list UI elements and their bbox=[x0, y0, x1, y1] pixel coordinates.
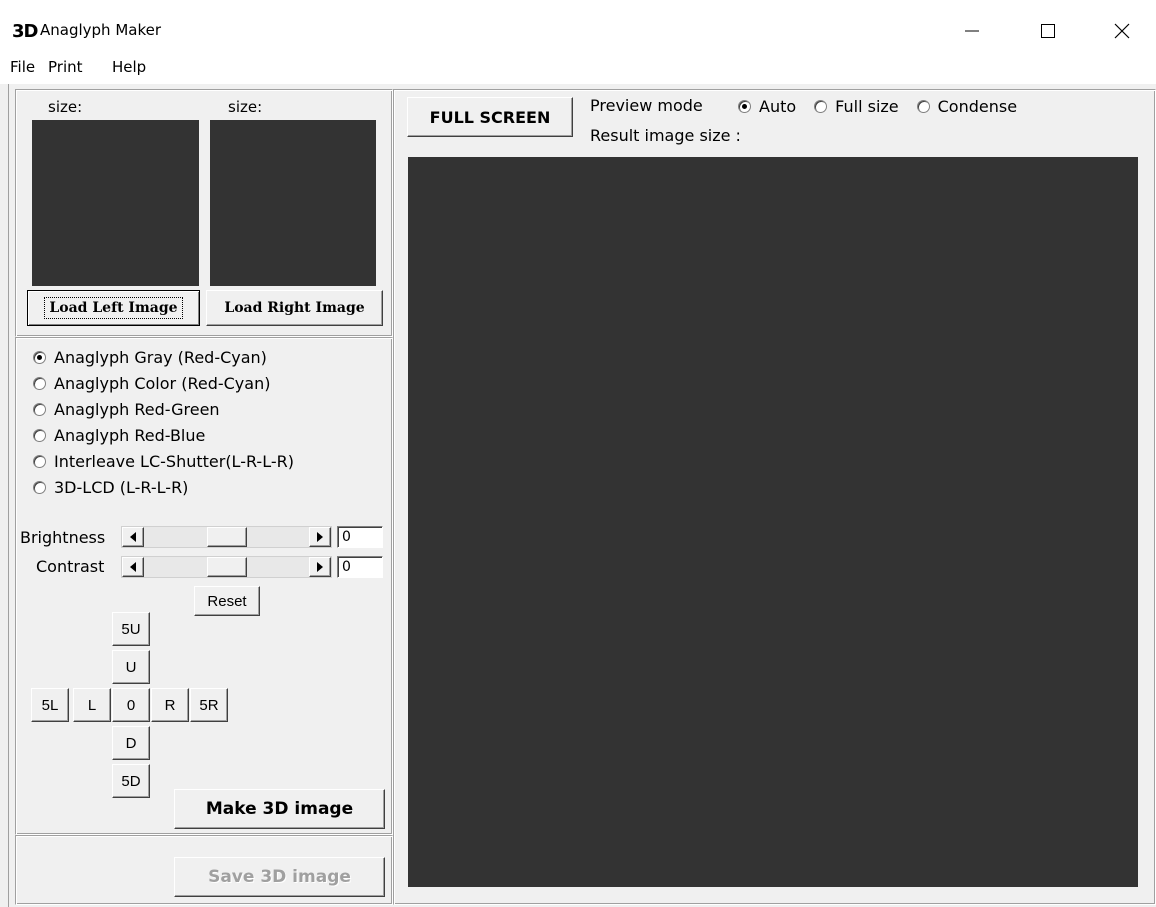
load-left-image-button[interactable]: Load Left Image bbox=[27, 290, 200, 326]
radio-button[interactable] bbox=[33, 376, 46, 390]
radio-button[interactable] bbox=[916, 99, 930, 113]
shift-right-button[interactable]: R bbox=[151, 688, 189, 722]
maximize-button[interactable] bbox=[1020, 10, 1076, 52]
arrow-left-icon bbox=[130, 532, 136, 542]
load-right-image-button[interactable]: Load Right Image bbox=[206, 290, 383, 326]
menu-print[interactable]: Print bbox=[48, 58, 83, 76]
mode-option-color[interactable]: Anaglyph Color (Red-Cyan) bbox=[33, 370, 294, 396]
radio-button[interactable] bbox=[33, 454, 46, 468]
left-image-preview bbox=[32, 120, 199, 286]
brightness-slider-thumb[interactable] bbox=[206, 527, 247, 547]
mode-option-interleave[interactable]: Interleave LC-Shutter(L-R-L-R) bbox=[33, 448, 294, 474]
minimize-icon bbox=[965, 30, 979, 32]
radio-button[interactable] bbox=[33, 428, 46, 442]
brightness-label: Brightness bbox=[20, 528, 106, 547]
shift-down-5-button[interactable]: 5D bbox=[112, 764, 150, 798]
preview-mode-label: Preview mode bbox=[590, 96, 703, 115]
mode-option-red-blue[interactable]: Anaglyph Red-Blue bbox=[33, 422, 294, 448]
shift-left-5-button[interactable]: 5L bbox=[31, 688, 69, 722]
load-left-image-label: Load Left Image bbox=[44, 297, 183, 319]
minimize-button[interactable] bbox=[944, 10, 1000, 52]
preview-option-full-size[interactable]: Full size bbox=[814, 94, 899, 118]
close-icon bbox=[1114, 23, 1130, 39]
window-title: Anaglyph Maker bbox=[40, 21, 162, 39]
app-3d-icon: 3D bbox=[12, 21, 38, 42]
make-3d-image-button[interactable]: Make 3D image bbox=[174, 789, 385, 829]
arrow-left-icon bbox=[130, 562, 136, 572]
radio-button[interactable] bbox=[33, 350, 46, 364]
brightness-decrease-button[interactable] bbox=[122, 527, 144, 547]
menu-file[interactable]: File bbox=[10, 58, 35, 76]
shift-left-button[interactable]: L bbox=[73, 688, 111, 722]
arrow-right-icon bbox=[317, 532, 323, 542]
contrast-label: Contrast bbox=[36, 557, 105, 576]
mode-option-gray[interactable]: Anaglyph Gray (Red-Cyan) bbox=[33, 344, 294, 370]
save-3d-image-button[interactable]: Save 3D image bbox=[174, 857, 385, 897]
window-border bbox=[8, 84, 9, 907]
shift-up-button[interactable]: U bbox=[112, 650, 150, 684]
maximize-icon bbox=[1041, 24, 1055, 38]
arrow-right-icon bbox=[317, 562, 323, 572]
brightness-slider[interactable] bbox=[121, 526, 332, 548]
radio-button[interactable] bbox=[814, 99, 828, 113]
brightness-increase-button[interactable] bbox=[309, 527, 331, 547]
result-image-size-label: Result image size : bbox=[590, 126, 741, 145]
menu-bar bbox=[0, 56, 1156, 84]
close-button[interactable] bbox=[1094, 10, 1150, 52]
radio-button[interactable] bbox=[33, 480, 46, 494]
menu-help[interactable]: Help bbox=[112, 58, 146, 76]
contrast-increase-button[interactable] bbox=[309, 557, 331, 577]
shift-reset-button[interactable]: 0 bbox=[112, 688, 150, 722]
mode-option-red-green[interactable]: Anaglyph Red-Green bbox=[33, 396, 294, 422]
shift-up-5-button[interactable]: 5U bbox=[112, 612, 150, 646]
preview-option-condense[interactable]: Condense bbox=[916, 94, 1017, 118]
shift-right-5-button[interactable]: 5R bbox=[190, 688, 228, 722]
brightness-value-input[interactable] bbox=[337, 526, 383, 548]
contrast-value-input[interactable] bbox=[337, 556, 383, 578]
contrast-slider-thumb[interactable] bbox=[206, 557, 247, 577]
left-image-size-label: size: bbox=[48, 98, 83, 116]
result-image-canvas bbox=[408, 157, 1138, 887]
right-image-size-label: size: bbox=[228, 98, 263, 116]
reset-button[interactable]: Reset bbox=[194, 586, 260, 616]
preview-mode-options: Auto Full size Condense bbox=[738, 94, 1017, 118]
radio-button[interactable] bbox=[738, 99, 751, 113]
full-screen-button[interactable]: FULL SCREEN bbox=[407, 97, 573, 137]
contrast-slider[interactable] bbox=[121, 556, 332, 578]
anaglyph-mode-list: Anaglyph Gray (Red-Cyan) Anaglyph Color … bbox=[33, 344, 294, 500]
shift-down-button[interactable]: D bbox=[112, 726, 150, 760]
contrast-decrease-button[interactable] bbox=[122, 557, 144, 577]
mode-option-3d-lcd[interactable]: 3D-LCD (L-R-L-R) bbox=[33, 474, 294, 500]
preview-option-auto[interactable]: Auto bbox=[738, 94, 796, 118]
right-image-preview bbox=[210, 120, 376, 286]
radio-button[interactable] bbox=[33, 402, 46, 416]
